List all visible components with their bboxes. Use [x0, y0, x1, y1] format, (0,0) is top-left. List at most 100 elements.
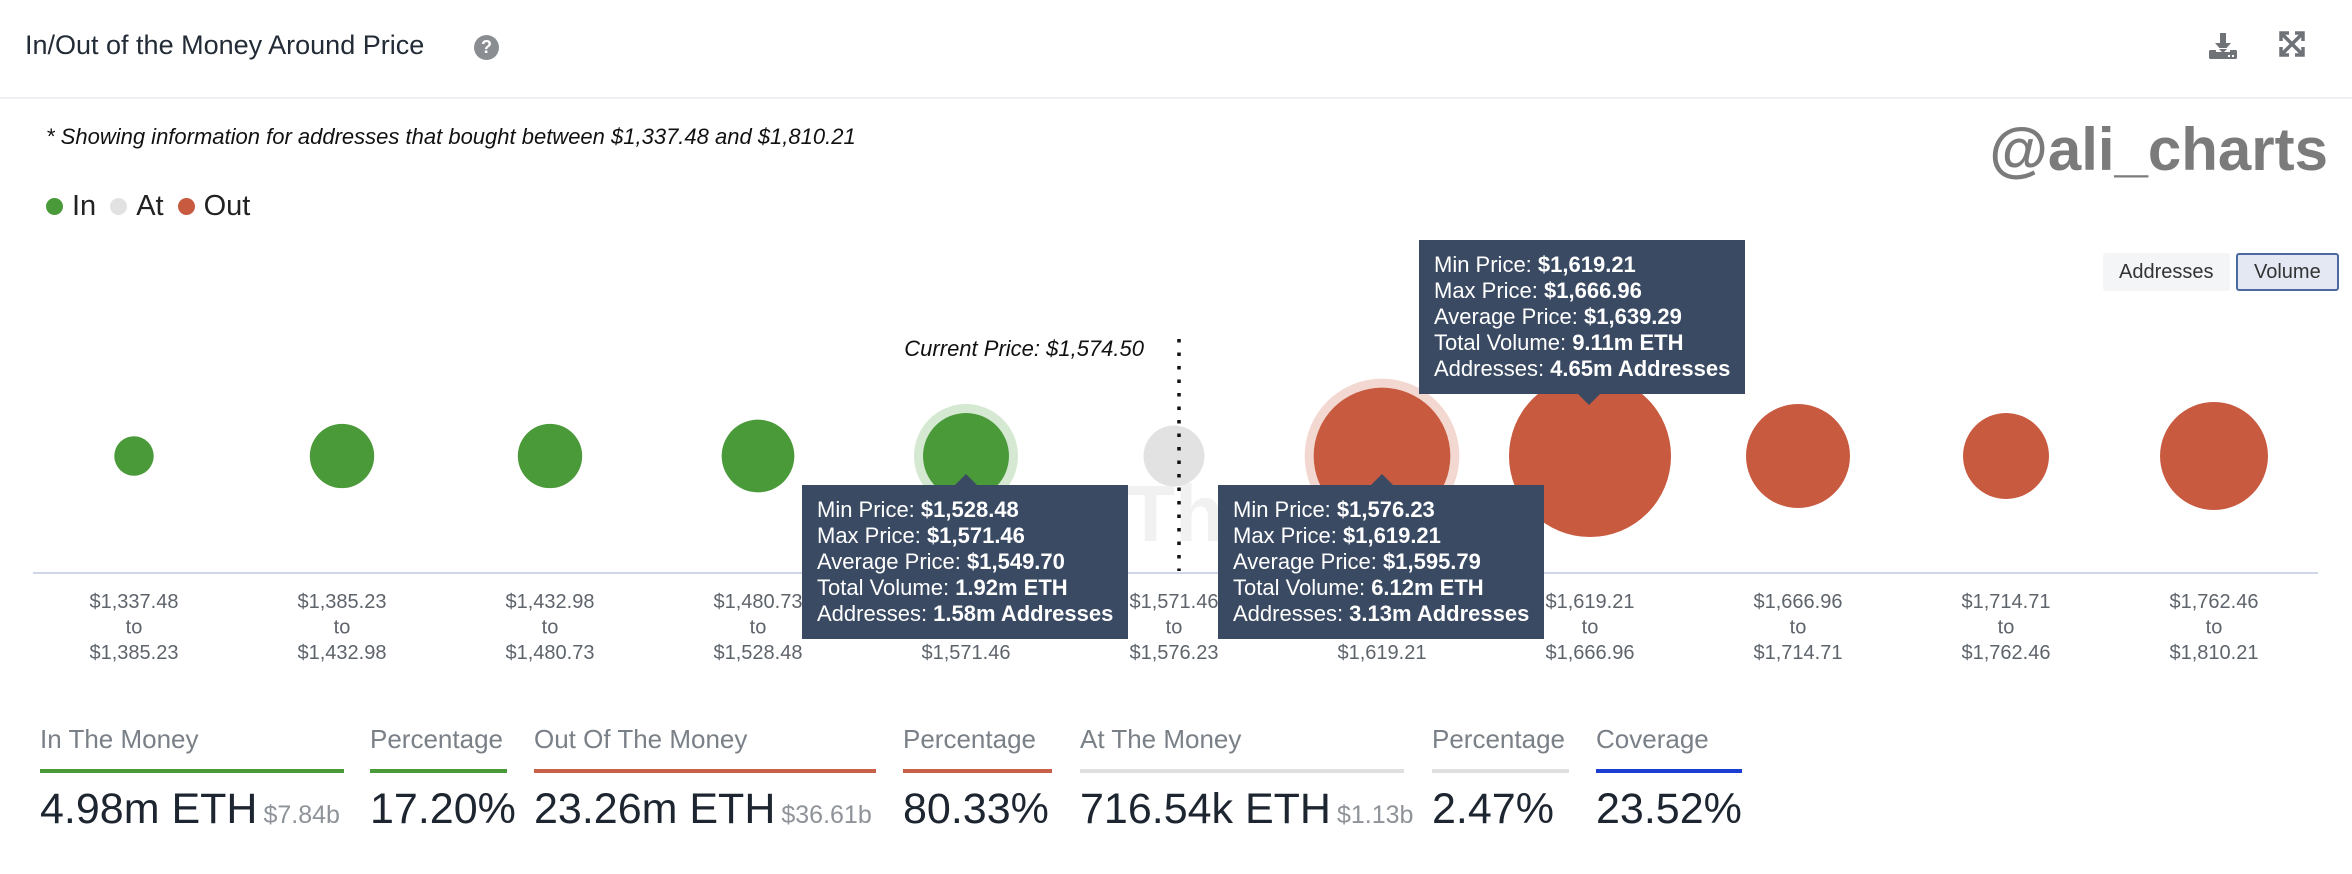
tooltip-value: $1,549.70: [967, 549, 1065, 574]
stat-value: 4.98m ETH $7.84b: [40, 785, 344, 834]
legend-label: At: [136, 190, 164, 222]
legend-dot-icon: [46, 198, 63, 215]
stat-main-value: 23.26m ETH: [534, 785, 776, 833]
tooltip-key: Addresses:: [1233, 601, 1350, 626]
tooltip-value: $1,576.23: [1336, 497, 1435, 522]
stat-main-value: 4.98m ETH: [40, 785, 258, 833]
stat-coverage: Coverage 23.52%: [1596, 724, 1742, 834]
bubble-out[interactable]: [2160, 402, 2268, 510]
legend-dot-icon: [177, 198, 195, 215]
legend-item-at[interactable]: At: [110, 190, 164, 223]
stat-underline: [1596, 769, 1742, 773]
stat-value: 23.52%: [1596, 785, 1742, 834]
x-tick-label: $1,619.21: [1546, 591, 1635, 613]
bubble-tooltip: Min Price: $1,619.21 Max Price: $1,666.96…: [1419, 240, 1746, 405]
tooltip-row: Average Price: $1,639.29: [1434, 304, 1730, 330]
stat-underline: [534, 769, 876, 773]
x-tick-label: $1,528.48: [714, 642, 803, 664]
tooltip-row: Total Volume: 1.92m ETH: [817, 575, 1113, 601]
stat-label: Percentage: [903, 724, 1036, 754]
bubble-in[interactable]: [114, 436, 154, 476]
x-tick-label: to: [1582, 617, 1599, 639]
x-tick-label: $1,714.71: [1754, 642, 1843, 664]
addresses-toggle-button[interactable]: Addresses: [2103, 253, 2230, 291]
tooltip-value: 6.12m ETH: [1371, 575, 1484, 600]
bubble-at[interactable]: [1143, 425, 1205, 487]
stat-label: In The Money: [40, 724, 199, 754]
legend-label: In: [72, 190, 97, 222]
x-tick-label: $1,480.73: [714, 591, 803, 613]
tooltip-key: Average Price:: [817, 549, 968, 574]
stat-underline: [1432, 769, 1569, 773]
x-tick-label: $1,337.48: [90, 591, 179, 613]
tooltip-key: Addresses:: [817, 601, 934, 626]
tooltip-key: Max Price:: [817, 523, 928, 548]
bubble-in[interactable]: [309, 423, 375, 489]
legend-item-in[interactable]: In: [46, 190, 96, 223]
x-tick-label: to: [1790, 617, 1807, 639]
stat-usd-value: $1.13b: [1336, 801, 1414, 829]
x-tick-label: $1,571.46: [922, 642, 1011, 664]
stat-value: 80.33%: [903, 785, 1052, 834]
volume-toggle-button[interactable]: Volume: [2236, 253, 2339, 291]
stat-value: 2.47%: [1432, 785, 1569, 834]
stat-value: 23.26m ETH $36.61b: [534, 785, 876, 834]
tooltip-row: Max Price: $1,571.46: [817, 523, 1113, 549]
stat-value: 17.20%: [370, 785, 516, 834]
tooltip-row: Max Price: $1,619.21: [1233, 523, 1529, 549]
tooltip-value: $1,571.46: [927, 523, 1025, 548]
x-tick-label: $1,810.21: [2170, 642, 2259, 664]
tooltip-value: 1.92m ETH: [955, 575, 1068, 600]
stat-at-the-money: At The Money 716.54k ETH $1.13b: [1080, 724, 1413, 834]
x-tick-label: to: [1998, 617, 2015, 639]
legend-label: Out: [203, 190, 251, 222]
tooltip-row: Addresses: 4.65m Addresses: [1434, 356, 1730, 382]
tooltip-value: 3.13m Addresses: [1349, 601, 1530, 626]
tooltip-row: Max Price: $1,666.96: [1434, 278, 1730, 304]
stat-underline: [40, 769, 344, 773]
download-icon[interactable]: [2207, 30, 2239, 62]
x-tick-label: $1,666.96: [1546, 642, 1635, 664]
tooltip-row: Min Price: $1,528.48: [817, 497, 1113, 523]
stat-underline: [1080, 769, 1404, 773]
x-tick-label: $1,480.73: [506, 642, 595, 664]
tooltip-value: $1,639.29: [1584, 304, 1682, 329]
current-price-label: Current Price: $1,574.50: [904, 336, 1144, 361]
stat-in-percentage: Percentage 17.20%: [370, 724, 516, 834]
stat-label: Out Of The Money: [534, 724, 748, 754]
stat-out-of-the-money: Out Of The Money 23.26m ETH $36.61b: [534, 724, 876, 834]
bubble-in[interactable]: [721, 419, 795, 493]
tooltip-arrow-icon: [955, 474, 977, 485]
tooltip-row: Average Price: $1,595.79: [1233, 549, 1529, 575]
stat-main-value: 23.52%: [1596, 785, 1742, 833]
x-tick-label: $1,571.46: [1130, 591, 1219, 613]
bubble-tooltip: Min Price: $1,576.23 Max Price: $1,619.21…: [1218, 474, 1545, 639]
tooltip-row: Min Price: $1,576.23: [1233, 497, 1529, 523]
tooltip-value: $1,595.79: [1383, 549, 1481, 574]
watermark: @ali_charts: [1989, 116, 2328, 183]
x-tick-label: $1,385.23: [90, 642, 179, 664]
tooltip-key: Average Price:: [1233, 549, 1384, 574]
tooltip-value: 9.11m ETH: [1572, 330, 1684, 355]
stat-main-value: 716.54k ETH: [1080, 785, 1331, 833]
bubble-in[interactable]: [517, 423, 583, 489]
bubble-out[interactable]: [1963, 413, 2049, 499]
x-tick-label: to: [334, 617, 351, 639]
question-circle-icon[interactable]: ?: [474, 35, 499, 60]
tooltip-key: Min Price:: [1233, 497, 1337, 522]
x-tick-label: $1,576.23: [1130, 642, 1219, 664]
x-tick-label: $1,762.46: [2170, 591, 2259, 613]
tooltip-arrow-icon: [1371, 474, 1393, 485]
stat-usd-value: $7.84b: [263, 801, 340, 829]
stat-main-value: 80.33%: [903, 785, 1049, 833]
x-tick-label: $1,385.23: [298, 591, 387, 613]
legend-item-out[interactable]: Out: [177, 190, 251, 223]
tooltip-row: Min Price: $1,619.21: [1434, 252, 1730, 278]
bubble-out[interactable]: [1746, 404, 1850, 508]
bubble-tooltip: Min Price: $1,528.48 Max Price: $1,571.46…: [802, 474, 1129, 639]
tooltip-key: Average Price:: [1434, 304, 1585, 329]
expand-icon[interactable]: [2278, 30, 2310, 62]
legend-dot-icon: [110, 198, 128, 215]
stat-at-percentage: Percentage 2.47%: [1432, 724, 1569, 834]
tooltip-row: Total Volume: 9.11m ETH: [1434, 330, 1730, 356]
